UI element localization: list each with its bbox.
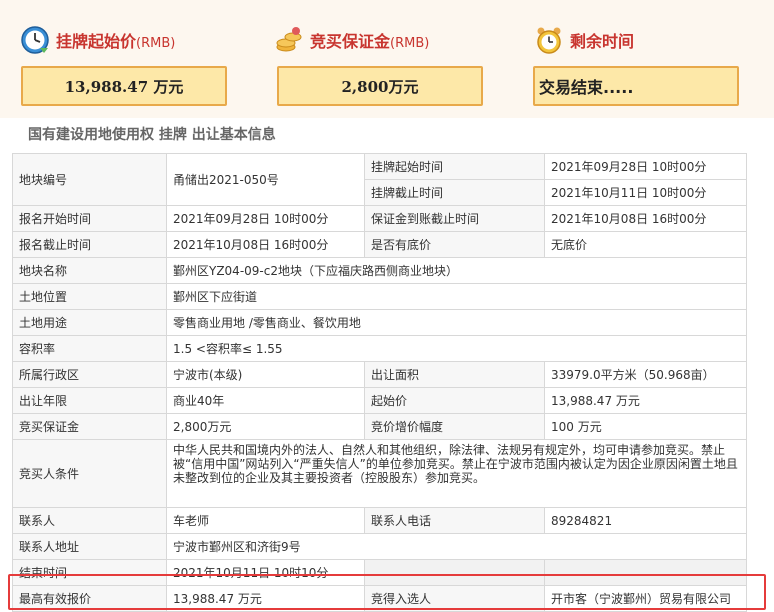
usage-label: 土地用途	[12, 309, 167, 336]
table-row: 地块编号 甬储出2021-050号 挂牌起始时间 2021年09月28日 10时…	[12, 153, 747, 206]
term-label: 出让年限	[12, 387, 167, 414]
term-value: 商业40年	[166, 387, 365, 414]
reg-start-value: 2021年09月28日 10时00分	[166, 205, 365, 232]
table-row: 所属行政区 宁波市(本级) 出让面积 33979.0平方米（50.968亩）	[12, 361, 747, 388]
reserve-price-label: 是否有底价	[364, 231, 545, 258]
table-row: 最高有效报价 13,988.47 万元 竞得入选人 开市客（宁波鄞州）贸易有限公…	[12, 585, 747, 612]
table-row: 土地位置 鄞州区下应街道	[12, 283, 747, 310]
table-row: 报名开始时间 2021年09月28日 10时00分 保证金到账截止时间 2021…	[12, 205, 747, 232]
deposit-deadline-value: 2021年10月08日 16时00分	[544, 205, 747, 232]
location-value: 鄞州区下应街道	[166, 283, 747, 310]
address-label: 联系人地址	[12, 533, 167, 560]
increment-label: 竞价增价幅度	[364, 413, 545, 440]
listing-end-value: 2021年10月11日 10时00分	[544, 179, 747, 206]
phone-label: 联系人电话	[364, 507, 545, 534]
far-label: 容积率	[12, 335, 167, 362]
listing-end-label: 挂牌截止时间	[364, 179, 545, 206]
conditions-value: 中华人民共和国境内外的法人、自然人和其他组织，除法律、法规另有规定外，均可申请参…	[166, 439, 747, 508]
contact-value: 车老师	[166, 507, 365, 534]
alarm-clock-icon	[534, 25, 564, 55]
table-row: 地块名称 鄞州区YZ04-09-c2地块（下应福庆路西侧商业地块）	[12, 257, 747, 284]
parcel-name-value: 鄞州区YZ04-09-c2地块（下应福庆路西侧商业地块）	[166, 257, 747, 284]
deposit-title: 竞买保证金(RMB)	[274, 22, 429, 58]
clock-icon	[20, 25, 50, 55]
table-row: 土地用途 零售商业用地 /零售商业、餐饮用地	[12, 309, 747, 336]
winner-label: 竞得入选人	[364, 585, 545, 612]
empty-cell	[544, 559, 747, 586]
table-row: 报名截止时间 2021年10月08日 16时00分 是否有底价 无底价	[12, 231, 747, 258]
increment-value: 100 万元	[544, 413, 747, 440]
reg-start-label: 报名开始时间	[12, 205, 167, 232]
coins-icon	[274, 25, 304, 55]
phone-value: 89284821	[544, 507, 747, 534]
end-time-label: 结束时间	[12, 559, 167, 586]
deposit-label: 竞买保证金	[12, 413, 167, 440]
start-price-cell: 13,988.47 万元	[544, 387, 747, 414]
table-row: 出让年限 商业40年 起始价 13,988.47 万元	[12, 387, 747, 414]
deposit-deadline-label: 保证金到账截止时间	[364, 205, 545, 232]
remaining-value: 交易结束.....	[533, 66, 739, 106]
listing-start-value: 2021年09月28日 10时00分	[544, 153, 747, 180]
empty-cell	[364, 559, 545, 586]
land-info-table: 地块编号 甬储出2021-050号 挂牌起始时间 2021年09月28日 10时…	[12, 153, 747, 612]
remaining-title: 剩余时间	[534, 22, 634, 58]
table-row: 竞买保证金 2,800万元 竞价增价幅度 100 万元	[12, 413, 747, 440]
parcel-no-label: 地块编号	[12, 153, 167, 206]
section-title: 国有建设用地使用权 挂牌 出让基本信息	[28, 127, 276, 143]
deposit-cell: 2,800万元	[166, 413, 365, 440]
parcel-name-label: 地块名称	[12, 257, 167, 284]
reg-end-label: 报名截止时间	[12, 231, 167, 258]
area-label: 出让面积	[364, 361, 545, 388]
top-bid-value: 13,988.47 万元	[166, 585, 365, 612]
table-row: 竞买人条件 中华人民共和国境内外的法人、自然人和其他组织，除法律、法规另有规定外…	[12, 439, 747, 508]
district-value: 宁波市(本级)	[166, 361, 365, 388]
table-row: 联系人地址 宁波市鄞州区和济街9号	[12, 533, 747, 560]
start-price-title: 挂牌起始价(RMB)	[20, 22, 175, 58]
reserve-price-value: 无底价	[544, 231, 747, 258]
district-label: 所属行政区	[12, 361, 167, 388]
conditions-label: 竞买人条件	[12, 439, 167, 508]
end-time-value: 2021年10月11日 10时10分	[166, 559, 365, 586]
deposit-value: 2,800万元	[277, 66, 483, 106]
parcel-no-value: 甬储出2021-050号	[166, 153, 365, 206]
winner-value: 开市客（宁波鄞州）贸易有限公司	[544, 585, 747, 612]
contact-label: 联系人	[12, 507, 167, 534]
address-value: 宁波市鄞州区和济街9号	[166, 533, 747, 560]
location-label: 土地位置	[12, 283, 167, 310]
table-row: 容积率 1.5 <容积率≤ 1.55	[12, 335, 747, 362]
table-row: 结束时间 2021年10月11日 10时10分	[12, 559, 747, 586]
listing-start-label: 挂牌起始时间	[364, 153, 545, 180]
summary-header: 挂牌起始价(RMB) 13,988.47 万元 竞买保证金(RMB) 2,800…	[0, 0, 774, 118]
reg-end-value: 2021年10月08日 16时00分	[166, 231, 365, 258]
top-bid-label: 最高有效报价	[12, 585, 167, 612]
start-price-label: 起始价	[364, 387, 545, 414]
table-row: 联系人 车老师 联系人电话 89284821	[12, 507, 747, 534]
usage-value: 零售商业用地 /零售商业、餐饮用地	[166, 309, 747, 336]
far-value: 1.5 <容积率≤ 1.55	[166, 335, 747, 362]
area-value: 33979.0平方米（50.968亩）	[544, 361, 747, 388]
start-price-value: 13,988.47 万元	[21, 66, 227, 106]
